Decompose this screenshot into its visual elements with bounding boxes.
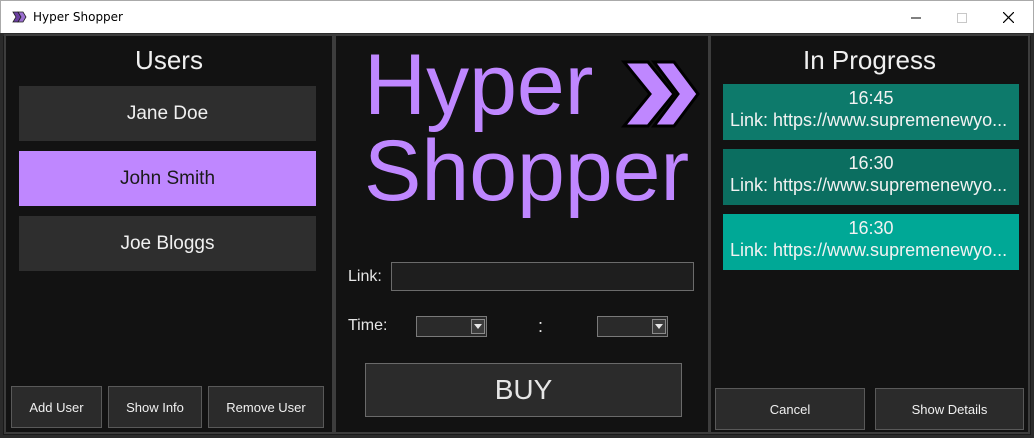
title-bar: Hyper Shopper	[0, 0, 1034, 33]
time-separator: :	[538, 316, 544, 336]
remove-user-button[interactable]: Remove User	[208, 386, 324, 428]
user-item-jane-doe[interactable]: Jane Doe	[19, 86, 316, 141]
logo-line1: Hyper	[364, 37, 593, 133]
hour-select[interactable]	[416, 316, 487, 337]
buy-button[interactable]: BUY	[365, 363, 682, 417]
time-label: Time:	[348, 317, 388, 334]
double-chevron-right-icon	[620, 60, 700, 128]
task-card[interactable]: 16:45 Link: https://www.supremenewyo...	[723, 84, 1019, 140]
user-item-joe-bloggs[interactable]: Joe Bloggs	[19, 216, 316, 271]
link-label: Link:	[348, 268, 382, 285]
chevron-down-icon[interactable]	[652, 319, 666, 334]
order-panel: Hyper Shopper Link: Time: : BUY	[334, 34, 710, 434]
window-title: Hyper Shopper	[33, 10, 123, 24]
add-user-button[interactable]: Add User	[11, 386, 102, 428]
minimize-icon	[911, 17, 921, 18]
task-card[interactable]: 16:30 Link: https://www.supremenewyo...	[723, 149, 1019, 205]
task-time: 16:45	[848, 88, 894, 108]
hyper-shopper-logo: Hyper Shopper	[364, 37, 700, 219]
users-panel: Users Jane Doe John Smith Joe Bloggs Add…	[4, 34, 334, 434]
task-link: Link: https://www.supremenewyo...	[730, 175, 1008, 195]
minimize-button[interactable]	[893, 1, 939, 34]
show-details-button[interactable]: Show Details	[875, 388, 1024, 430]
chevron-down-icon[interactable]	[471, 319, 485, 334]
in-progress-heading: In Progress	[803, 45, 936, 75]
minute-select[interactable]	[597, 316, 668, 337]
task-time: 16:30	[848, 218, 894, 238]
cancel-button[interactable]: Cancel	[715, 388, 865, 430]
close-button[interactable]	[985, 1, 1031, 34]
task-link: Link: https://www.supremenewyo...	[730, 110, 1008, 130]
show-info-button[interactable]: Show Info	[108, 386, 202, 428]
maximize-icon	[957, 12, 967, 23]
users-heading: Users	[135, 45, 203, 75]
logo-line2: Shopper	[364, 123, 689, 219]
close-icon	[1002, 12, 1014, 23]
task-card[interactable]: 16:30 Link: https://www.supremenewyo...	[723, 214, 1019, 270]
in-progress-panel: In Progress 16:45 Link: https://www.supr…	[709, 34, 1030, 434]
task-link: Link: https://www.supremenewyo...	[730, 240, 1008, 260]
link-input[interactable]	[391, 262, 694, 291]
user-item-john-smith[interactable]: John Smith	[19, 151, 316, 206]
app-icon	[11, 9, 27, 25]
task-time: 16:30	[848, 153, 894, 173]
maximize-button[interactable]	[939, 1, 985, 34]
